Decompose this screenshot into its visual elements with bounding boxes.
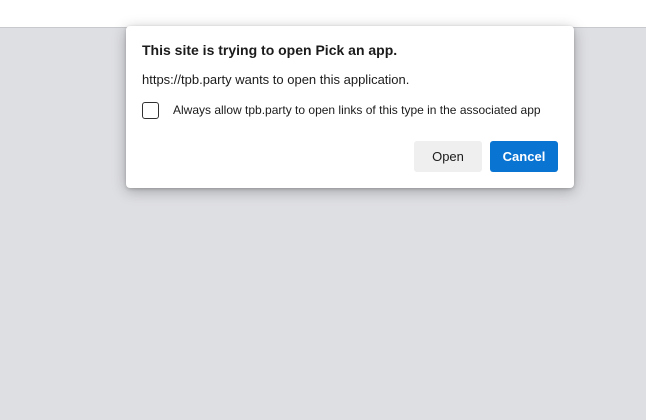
always-allow-checkbox-row[interactable]: Always allow tpb.party to open links of … xyxy=(142,100,541,120)
always-allow-checkbox[interactable] xyxy=(142,101,159,119)
dialog-title: This site is trying to open Pick an app. xyxy=(142,42,398,58)
open-app-dialog: This site is trying to open Pick an app.… xyxy=(126,26,574,188)
open-button[interactable]: Open xyxy=(414,141,482,172)
browser-toolbar-strip xyxy=(0,0,646,28)
always-allow-label: Always allow tpb.party to open links of … xyxy=(173,103,541,117)
dialog-message: https://tpb.party wants to open this app… xyxy=(142,72,410,87)
cancel-button[interactable]: Cancel xyxy=(490,141,558,172)
